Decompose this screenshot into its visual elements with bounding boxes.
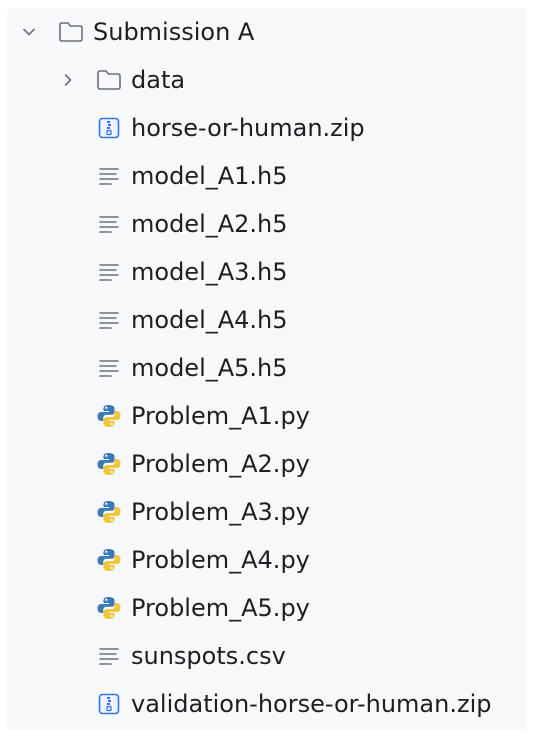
- tree-item-file[interactable]: model_A5.h5: [7, 344, 527, 392]
- text-file-icon: [95, 258, 123, 286]
- python-file-icon: [95, 402, 123, 430]
- tree-item-label: model_A4.h5: [131, 306, 288, 334]
- tree-item-label: Problem_A5.py: [131, 594, 310, 622]
- tree-item-file[interactable]: horse-or-human.zip: [7, 104, 527, 152]
- tree-item-file[interactable]: sunspots.csv: [7, 632, 527, 680]
- text-file-icon: [95, 354, 123, 382]
- text-file-icon: [95, 306, 123, 334]
- zip-archive-icon: [95, 690, 123, 718]
- python-file-icon: [95, 498, 123, 526]
- chevron-right-icon[interactable]: [60, 72, 76, 88]
- tree-item-file[interactable]: validation-horse-or-human.zip: [7, 680, 527, 728]
- python-file-icon: [95, 450, 123, 478]
- project-tree-panel: Submission A data horse-or-human.zip mod…: [7, 8, 527, 730]
- tree-item-file[interactable]: Problem_A5.py: [7, 584, 527, 632]
- tree-root-submission-a[interactable]: Submission A: [7, 8, 527, 56]
- tree-item-file[interactable]: model_A3.h5: [7, 248, 527, 296]
- tree-item-file[interactable]: Problem_A2.py: [7, 440, 527, 488]
- tree-item-file[interactable]: model_A2.h5: [7, 200, 527, 248]
- text-file-icon: [95, 642, 123, 670]
- tree-item-label: Problem_A1.py: [131, 402, 310, 430]
- tree-item-label: Problem_A2.py: [131, 450, 310, 478]
- tree-item-label: model_A5.h5: [131, 354, 288, 382]
- tree-item-label: model_A3.h5: [131, 258, 288, 286]
- python-file-icon: [95, 546, 123, 574]
- tree-item-label: sunspots.csv: [131, 642, 286, 670]
- tree-item-file[interactable]: Problem_A4.py: [7, 536, 527, 584]
- tree-item-label: model_A2.h5: [131, 210, 288, 238]
- folder-icon: [57, 18, 85, 46]
- tree-item-label: Problem_A4.py: [131, 546, 310, 574]
- tree-item-file[interactable]: Problem_A3.py: [7, 488, 527, 536]
- zip-archive-icon: [95, 114, 123, 142]
- tree-item-label: data: [131, 66, 186, 94]
- tree-item-label: model_A1.h5: [131, 162, 288, 190]
- tree-item-label: Problem_A3.py: [131, 498, 310, 526]
- tree-item-file[interactable]: model_A1.h5: [7, 152, 527, 200]
- tree-root-label: Submission A: [93, 18, 255, 46]
- tree-item-label: validation-horse-or-human.zip: [131, 690, 492, 718]
- text-file-icon: [95, 210, 123, 238]
- tree-item-label: horse-or-human.zip: [131, 114, 365, 142]
- python-file-icon: [95, 594, 123, 622]
- tree-item-data-folder[interactable]: data: [7, 56, 527, 104]
- chevron-down-icon[interactable]: [21, 24, 37, 40]
- tree-item-file[interactable]: Problem_A1.py: [7, 392, 527, 440]
- tree-item-file[interactable]: model_A4.h5: [7, 296, 527, 344]
- folder-icon: [95, 66, 123, 94]
- text-file-icon: [95, 162, 123, 190]
